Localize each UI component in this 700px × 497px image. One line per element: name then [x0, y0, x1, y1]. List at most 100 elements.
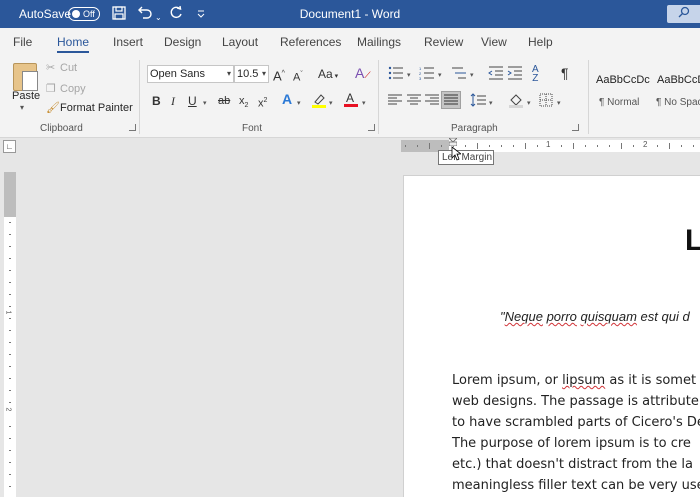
style-normal[interactable]: AaBbCcDc ¶ Normal — [591, 64, 655, 116]
document-body[interactable]: Lorem ipsum, or lipsum as it is somet we… — [452, 370, 700, 496]
ruler-tick — [9, 390, 11, 391]
font-color-button[interactable]: A — [343, 91, 359, 111]
ruler-tick — [633, 145, 634, 147]
paste-button[interactable]: Paste — [12, 90, 40, 102]
copy-label: Copy — [60, 83, 86, 95]
ruler-tick — [585, 145, 586, 147]
justify-icon — [444, 94, 458, 105]
align-right-icon[interactable] — [425, 94, 439, 106]
group-divider — [378, 60, 379, 134]
line-spacing-icon[interactable] — [470, 93, 486, 107]
ruler-tick — [657, 145, 658, 147]
sort-icon[interactable]: AZ — [532, 65, 539, 84]
chevron-down-icon[interactable]: ▾ — [329, 99, 333, 107]
italic-button[interactable]: I — [171, 94, 175, 108]
paintbrush-icon: 🖌 — [46, 102, 60, 114]
ruler-tick — [9, 330, 11, 331]
font-size-value: 10.5 — [237, 68, 259, 80]
shading-icon[interactable] — [508, 92, 524, 108]
indent-marker-icon[interactable] — [449, 138, 457, 146]
align-left-icon[interactable] — [388, 94, 402, 106]
chevron-down-icon[interactable]: ▾ — [297, 99, 301, 107]
style-no-spacing[interactable]: AaBbCcDc ¶ No Spac — [652, 64, 700, 116]
paragraph-launcher-icon[interactable] — [572, 124, 579, 131]
document-page[interactable]: L "Neque porro quisquam est qui d Lorem … — [403, 175, 700, 497]
svg-text:3: 3 — [419, 76, 422, 80]
window-title: Document1 - Word — [299, 7, 401, 21]
chevron-down-icon[interactable]: ▾ — [489, 99, 493, 107]
chevron-down-icon[interactable]: ▾ — [438, 71, 442, 79]
numbering-icon[interactable]: 123 — [419, 66, 435, 80]
ruler-tick — [405, 145, 406, 147]
ruler-tick — [477, 143, 478, 149]
chevron-down-icon[interactable]: ▾ — [407, 71, 411, 79]
chevron-down-icon[interactable]: ▾ — [527, 99, 531, 107]
search-button[interactable] — [667, 5, 700, 23]
tab-mailings[interactable]: Mailings — [357, 35, 401, 49]
superscript-button[interactable]: x2 — [258, 94, 267, 111]
cut-button[interactable]: ✂ Cut — [46, 61, 77, 74]
ruler-tick — [537, 145, 538, 147]
underline-button[interactable]: U — [188, 94, 197, 108]
chevron-down-icon[interactable]: ▾ — [470, 71, 474, 79]
left-margin-tooltip: Left Margin — [438, 150, 494, 165]
ribbon: Paste ▾ ✂ Cut ❐ Copy 🖌Format Painter Clipb… — [0, 56, 700, 138]
cut-label: Cut — [60, 62, 78, 74]
font-family-value: Open Sans — [150, 68, 206, 80]
font-size-combo[interactable]: 10.5 ▾ — [234, 65, 269, 83]
body-line: web designs. The passage is attribute — [452, 394, 699, 409]
justify-button[interactable] — [441, 91, 461, 109]
body-line: to have scrambled parts of Cicero's De — [452, 415, 700, 430]
chevron-down-icon: ▾ — [332, 73, 339, 80]
clear-formatting-icon[interactable]: A⟋ — [355, 66, 371, 82]
tab-layout[interactable]: Layout — [222, 35, 258, 49]
tab-review[interactable]: Review — [424, 35, 463, 49]
font-launcher-icon[interactable] — [368, 124, 375, 131]
bold-button[interactable]: B — [152, 94, 161, 108]
paste-icon[interactable] — [13, 63, 38, 91]
subscript-button[interactable]: x2 — [239, 94, 248, 113]
font-family-combo[interactable]: Open Sans ▾ — [147, 65, 234, 83]
change-case-button[interactable]: Aa ▾ — [318, 67, 338, 84]
shrink-font-button[interactable]: Aˇ — [293, 68, 303, 85]
ruler-tick — [9, 426, 11, 427]
vruler-number: 1 — [4, 310, 12, 315]
increase-indent-icon[interactable] — [507, 66, 523, 80]
copy-button[interactable]: ❐ Copy — [46, 82, 86, 95]
tab-references[interactable]: References — [280, 35, 341, 49]
show-formatting-marks-icon[interactable]: ¶ — [561, 66, 569, 80]
highlight-color-button[interactable] — [311, 92, 327, 111]
tab-insert[interactable]: Insert — [113, 35, 143, 49]
ruler-tick — [9, 222, 11, 223]
ruler-tick — [9, 378, 11, 379]
grow-font-button[interactable]: A^ — [273, 67, 285, 83]
group-divider — [588, 60, 589, 134]
multilevel-list-icon[interactable] — [451, 66, 467, 80]
tab-home[interactable]: Home — [57, 35, 89, 49]
text-effects-icon[interactable]: A — [282, 92, 292, 106]
ruler-tick — [429, 143, 430, 149]
decrease-indent-icon[interactable] — [488, 66, 504, 80]
chevron-down-icon[interactable]: ▾ — [557, 99, 561, 107]
format-painter-button[interactable]: 🖌Format Painter — [46, 101, 133, 114]
paste-dropdown-icon[interactable]: ▾ — [20, 103, 24, 112]
vruler-number: 2 — [4, 407, 12, 412]
ruler-tick — [9, 354, 11, 355]
chevron-down-icon[interactable]: ▾ — [203, 99, 207, 107]
align-center-icon[interactable] — [407, 94, 421, 106]
ruler-tick — [597, 145, 598, 147]
strikethrough-button[interactable]: ab — [218, 94, 230, 108]
vertical-ruler[interactable]: 1 2 — [4, 172, 16, 497]
tab-design[interactable]: Design — [164, 35, 201, 49]
bullets-icon[interactable] — [388, 66, 404, 80]
tab-view[interactable]: View — [481, 35, 507, 49]
tab-file[interactable]: File — [13, 35, 32, 49]
tab-selector-button[interactable]: ∟ — [3, 140, 16, 153]
tab-help[interactable]: Help — [528, 35, 553, 49]
borders-icon[interactable] — [539, 93, 553, 107]
svg-text:A: A — [346, 91, 354, 105]
ruler-number: 1 — [546, 140, 551, 149]
body-line: meaningless filler text can be very use — [452, 478, 700, 493]
chevron-down-icon[interactable]: ▾ — [362, 99, 366, 107]
clipboard-launcher-icon[interactable] — [129, 124, 136, 131]
